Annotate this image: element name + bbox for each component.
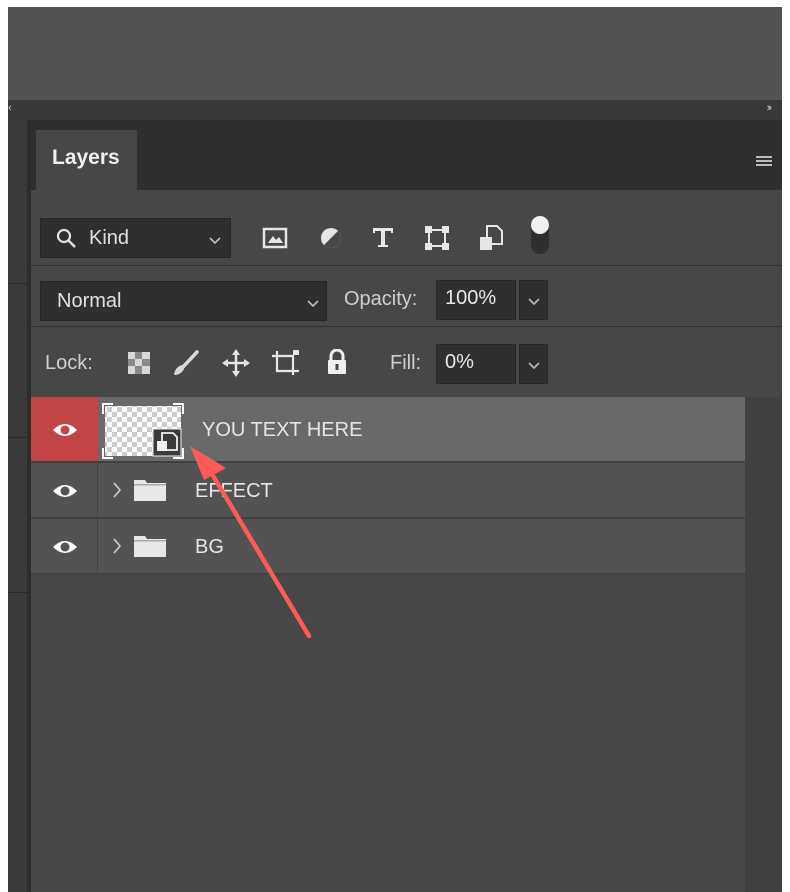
chevron-down-icon [528,362,540,370]
tab-layers[interactable]: Layers [36,130,137,190]
layer-name[interactable]: BG [195,536,224,559]
chevron-down-icon [209,237,221,245]
chevron-right-icon[interactable] [111,536,123,556]
fill-label: Fill: [390,352,422,374]
visibility-toggle[interactable] [31,519,98,573]
eye-icon [53,424,77,436]
visibility-toggle[interactable] [31,397,98,461]
panel-menu-icon[interactable] [756,156,772,168]
lock-row: Lock: Fill: 0% [31,327,782,397]
folder-icon [134,536,166,557]
lock-move-icon[interactable] [222,349,250,377]
filter-toggle-icon[interactable] [530,215,550,255]
opacity-slider-button[interactable] [519,280,548,320]
smart-object-filter-icon[interactable] [479,225,503,251]
lock-artboard-icon[interactable] [271,349,301,377]
layer-row-text[interactable]: YOU TEXT HERE [31,397,745,463]
blend-mode-value: Normal [57,290,122,312]
opacity-input[interactable]: 100% [436,280,516,320]
layer-row-effect[interactable]: EFFECT [31,463,745,519]
layer-name[interactable]: YOU TEXT HERE [202,419,362,442]
image-filter-icon[interactable] [262,227,288,249]
lock-all-icon[interactable] [326,349,348,375]
lock-label: Lock: [45,352,93,374]
layer-row-bg[interactable]: BG [31,519,745,575]
filter-row: Kind [31,190,782,266]
collapse-left-icon[interactable]: ‹ [8,102,12,114]
eye-icon [53,485,77,497]
photoshop-window: ‹ ›› Layers Kind Normal Opacity: 100% Lo… [8,7,782,892]
divider [8,437,27,438]
divider [8,283,27,284]
type-filter-icon[interactable] [371,225,395,249]
lock-paint-icon[interactable] [172,349,200,377]
shape-filter-icon[interactable] [424,225,450,251]
layers-scrollbar[interactable] [745,397,782,892]
dock-header-strip: ‹ ›› [8,100,782,120]
lock-transparent-icon[interactable] [127,351,151,375]
visibility-toggle[interactable] [31,463,98,517]
fill-value: 0% [445,351,474,373]
fill-input[interactable]: 0% [436,344,516,384]
kind-label: Kind [89,227,130,249]
search-icon [56,228,76,248]
chevron-down-icon [528,298,540,306]
chevron-right-icon[interactable] [111,480,123,500]
smart-object-thumbnail[interactable] [102,402,184,460]
panel-tab-bar: Layers [31,120,782,190]
opacity-value: 100% [445,287,497,309]
blend-mode-dropdown[interactable]: Normal [40,281,327,321]
expand-panels-icon[interactable]: ›› [767,102,773,114]
chevron-down-icon [307,300,319,308]
adjustment-filter-icon[interactable] [319,226,343,250]
kind-filter-dropdown[interactable]: Kind [40,218,231,258]
divider [8,592,27,593]
layer-name[interactable]: EFFECT [195,480,273,503]
folder-icon [134,480,166,501]
options-area [8,7,782,99]
left-panel-column [8,120,27,892]
opacity-label: Opacity: [344,288,418,310]
fill-slider-button[interactable] [519,344,548,384]
eye-icon [53,541,77,553]
layers-panel: Layers Kind Normal Opacity: 100% Lock: F… [31,120,782,892]
blend-row: Normal Opacity: 100% [31,266,782,327]
